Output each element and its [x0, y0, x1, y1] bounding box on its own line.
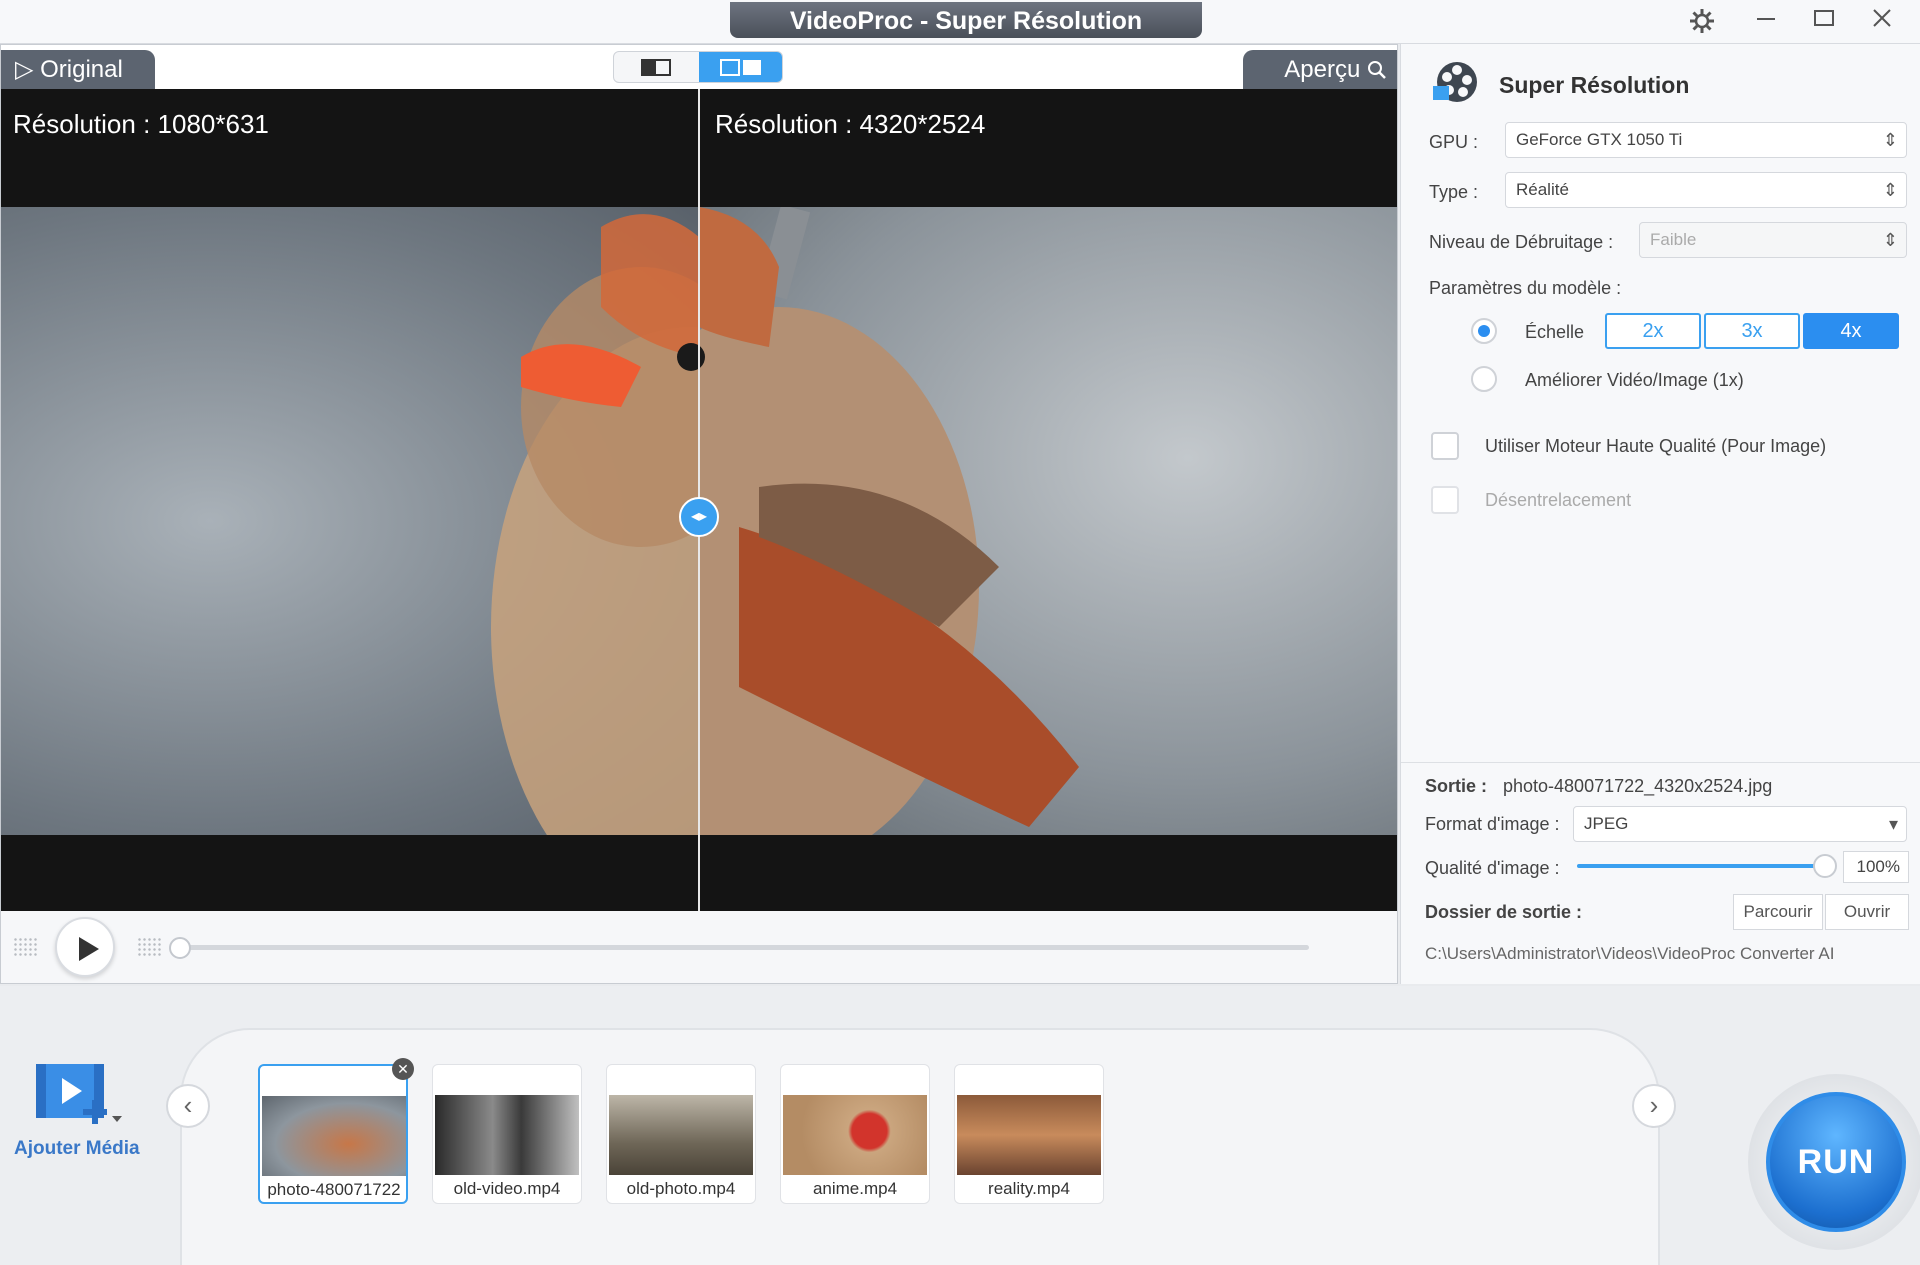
prev-arrow-icon[interactable]: ‹ — [166, 1084, 210, 1128]
remove-icon[interactable]: ✕ — [392, 1058, 414, 1080]
thumbnail — [783, 1095, 927, 1175]
gpu-value: GeForce GTX 1050 Ti — [1516, 130, 1683, 149]
left-resolution-label: Résolution : 1080*631 — [13, 109, 269, 139]
play-button[interactable] — [55, 917, 115, 977]
media-item[interactable]: old-video.mp4 — [432, 1064, 582, 1204]
original-image — [1, 207, 699, 835]
format-select[interactable]: JPEG ▾ — [1573, 806, 1907, 842]
model-params-label: Paramètres du modèle : — [1429, 278, 1622, 298]
format-value: JPEG — [1584, 814, 1629, 833]
preview-area: ▷ Original Aperçu Résolution : 1080*631 … — [0, 44, 1398, 984]
playback-bar — [1, 911, 1397, 983]
thumbnail — [609, 1095, 753, 1175]
scale-3x-button[interactable]: 3x — [1704, 313, 1800, 349]
play-outline-icon: ▷ — [15, 56, 41, 83]
deinterlace-label: Désentrelacement — [1485, 490, 1632, 510]
preview-tabbar: ▷ Original Aperçu — [1, 45, 1397, 90]
play-icon — [79, 937, 99, 961]
tab-apercu[interactable]: Aperçu — [1243, 50, 1397, 90]
media-strip: Ajouter Média ‹ photo-480071722 ✕ old-vi… — [0, 986, 1920, 1265]
add-media-label: Ajouter Média — [14, 1138, 140, 1159]
media-item[interactable]: photo-480071722 ✕ — [258, 1058, 414, 1204]
run-button[interactable]: RUN — [1766, 1092, 1906, 1232]
maximize-icon[interactable] — [1804, 6, 1844, 38]
title-bar: VideoProc - Super Résolution — [0, 0, 1920, 44]
thumbnail — [262, 1096, 406, 1176]
thumbnail — [435, 1095, 579, 1175]
quality-slider-track[interactable] — [1577, 864, 1821, 868]
output-path: C:\Users\Administrator\Videos\VideoProc … — [1425, 944, 1835, 963]
updown-chevron-icon: ⇕ — [1882, 230, 1898, 250]
media-item-name: reality.mp4 — [988, 1179, 1070, 1198]
output-filename: photo-480071722_4320x2524.jpg — [1503, 776, 1773, 796]
output-label: Sortie : — [1425, 776, 1488, 796]
browse-button[interactable]: Parcourir — [1733, 894, 1823, 930]
single-view-button[interactable] — [614, 52, 699, 82]
next-arrow-icon[interactable]: › — [1632, 1084, 1676, 1128]
updown-chevron-icon: ⇕ — [1882, 180, 1898, 200]
scale-2x-button[interactable]: 2x — [1605, 313, 1701, 349]
hq-engine-checkbox[interactable] — [1431, 432, 1459, 460]
media-item[interactable]: old-photo.mp4 — [606, 1064, 756, 1204]
film-reel-icon — [1433, 62, 1477, 102]
thumbnail — [957, 1095, 1101, 1175]
tab-apercu-label: Aperçu — [1284, 56, 1361, 83]
compare-handle-icon[interactable]: ◂▸ — [679, 497, 719, 537]
seek-knob[interactable] — [169, 937, 191, 959]
format-label: Format d'image : — [1425, 814, 1560, 834]
preview-canvas[interactable]: Résolution : 1080*631 Résolution : 4320*… — [1, 89, 1397, 911]
quality-value[interactable]: 100% — [1843, 851, 1909, 883]
panel-title: Super Résolution — [1499, 72, 1690, 98]
split-view-button[interactable] — [699, 52, 782, 82]
media-item-name: old-photo.mp4 — [626, 1179, 736, 1198]
settings-panel: Super Résolution GPU : GeForce GTX 1050 … — [1400, 44, 1920, 984]
scale-radio[interactable] — [1471, 318, 1497, 344]
media-item-name: old-video.mp4 — [453, 1179, 561, 1198]
tab-original[interactable]: ▷ Original — [1, 50, 155, 90]
enhance-radio[interactable] — [1471, 366, 1497, 392]
denoise-label: Niveau de Débruitage : — [1429, 232, 1614, 252]
open-button[interactable]: Ouvrir — [1825, 894, 1909, 930]
scale-4x-button[interactable]: 4x — [1803, 313, 1899, 349]
deinterlace-checkbox[interactable] — [1431, 486, 1459, 514]
hq-engine-label: Utiliser Moteur Haute Qualité (Pour Imag… — [1485, 436, 1827, 456]
type-value: Réalité — [1516, 180, 1569, 199]
updown-chevron-icon: ⇕ — [1882, 130, 1898, 150]
grip-right-icon[interactable] — [137, 937, 161, 957]
quality-slider-knob[interactable] — [1813, 854, 1837, 878]
scale-label: Échelle — [1525, 322, 1585, 342]
output-folder-label: Dossier de sortie : — [1425, 902, 1583, 922]
denoise-value: Faible — [1650, 230, 1697, 249]
add-video-icon — [36, 1064, 122, 1124]
grip-left-icon[interactable] — [13, 937, 37, 957]
type-select[interactable]: Réalité ⇕ — [1505, 172, 1907, 208]
enhanced-image — [699, 207, 1397, 835]
tab-original-label: Original — [40, 56, 123, 83]
search-icon — [1368, 61, 1386, 79]
media-item[interactable]: reality.mp4 — [954, 1064, 1104, 1204]
media-item-name: photo-480071722 — [267, 1180, 401, 1199]
chevron-down-icon: ▾ — [1888, 814, 1898, 834]
type-label: Type : — [1429, 182, 1479, 202]
view-mode-toggle[interactable] — [613, 51, 783, 83]
window-title: VideoProc - Super Résolution — [730, 2, 1202, 38]
denoise-select[interactable]: Faible ⇕ — [1639, 222, 1907, 258]
quality-label: Qualité d'image : — [1425, 858, 1560, 878]
enhance-label: Améliorer Vidéo/Image (1x) — [1525, 370, 1744, 390]
minimize-icon[interactable] — [1746, 6, 1786, 38]
media-item[interactable]: anime.mp4 — [780, 1064, 930, 1204]
panel-separator — [1401, 762, 1920, 763]
media-item-name: anime.mp4 — [812, 1179, 898, 1198]
gpu-select[interactable]: GeForce GTX 1050 Ti ⇕ — [1505, 122, 1907, 158]
close-icon[interactable] — [1862, 6, 1902, 38]
right-resolution-label: Résolution : 4320*2524 — [715, 109, 986, 139]
gpu-label: GPU : — [1429, 132, 1479, 152]
settings-gear-icon[interactable] — [1682, 6, 1722, 38]
seek-track[interactable] — [179, 945, 1309, 950]
